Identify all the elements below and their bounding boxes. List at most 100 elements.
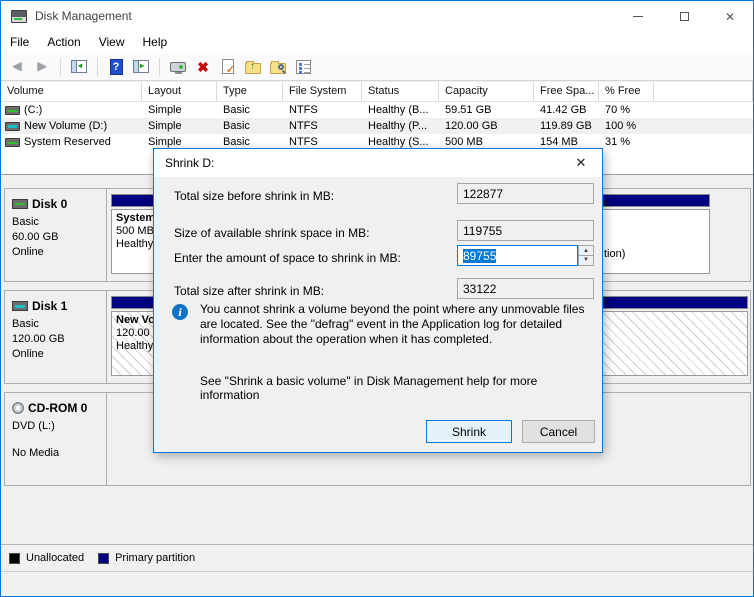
disk-kind: Basic <box>12 317 106 332</box>
cell-fs: NTFS <box>283 120 362 132</box>
cell-status: Healthy (B... <box>362 104 439 116</box>
cdrom-0-label-panel[interactable]: CD-ROM 0 DVD (L:) No Media <box>5 393 107 485</box>
disk-status: Online <box>12 347 106 362</box>
menu-view[interactable]: View <box>90 32 134 53</box>
cell-free: 154 MB <box>534 136 599 148</box>
cell-pct: 31 % <box>599 136 654 148</box>
spinner-up-button[interactable]: ▲ <box>579 246 593 255</box>
unallocated-swatch <box>9 553 20 564</box>
minimize-icon <box>633 16 643 17</box>
chevron-down-icon: ▼ <box>583 257 589 263</box>
show-action-pane-button[interactable]: ▸ <box>131 57 151 77</box>
label-total-after: Total size after shrink in MB: <box>174 284 324 298</box>
disk-management-window: Disk Management ✕ File Action View Help … <box>0 0 754 597</box>
help-button[interactable]: ? <box>106 57 126 77</box>
volume-icon <box>5 122 20 131</box>
disk-status: No Media <box>12 446 106 461</box>
close-icon: ✕ <box>725 10 735 24</box>
cell-layout: Simple <box>142 104 217 116</box>
volume-icon <box>5 138 20 147</box>
shrink-amount-spinner: ▲ ▼ <box>578 245 594 266</box>
maximize-icon <box>680 12 689 21</box>
toolbar-separator <box>60 58 61 76</box>
label-shrink-amount: Enter the amount of space to shrink in M… <box>174 251 401 265</box>
volume-icon <box>5 106 20 115</box>
close-icon: ✕ <box>576 155 587 171</box>
cell-capacity: 500 MB <box>439 136 534 148</box>
action-pane-icon: ▸ <box>133 60 149 73</box>
cell-pct: 70 % <box>599 104 654 116</box>
field-total-after: 33122 <box>457 278 594 299</box>
close-button[interactable]: ✕ <box>707 1 753 32</box>
cell-fs: NTFS <box>283 104 362 116</box>
volume-row-c[interactable]: (C:) Simple Basic NTFS Healthy (B... 59.… <box>1 102 753 118</box>
cell-status: Healthy (P... <box>362 120 439 132</box>
open-folder-icon: ↑ <box>245 63 261 74</box>
toolbar-separator <box>97 58 98 76</box>
cell-status: Healthy (S... <box>362 136 439 148</box>
console-tree-icon: ◂ <box>71 60 87 73</box>
cell-free: 119.89 GB <box>534 120 599 132</box>
column-header-capacity[interactable]: Capacity <box>439 82 534 101</box>
explore-folder-button[interactable] <box>268 57 288 77</box>
menu-help[interactable]: Help <box>134 32 177 53</box>
column-header-file-system[interactable]: File System <box>283 82 362 101</box>
help-icon: ? <box>110 59 123 75</box>
label-total-before: Total size before shrink in MB: <box>174 189 334 203</box>
forward-button[interactable]: ► <box>32 57 52 77</box>
shrink-button[interactable]: Shrink <box>426 420 512 443</box>
rescan-disks-button[interactable] <box>168 57 188 77</box>
column-header-volume[interactable]: Volume <box>1 82 142 101</box>
properties-button[interactable] <box>293 57 313 77</box>
menu-file[interactable]: File <box>1 32 38 53</box>
cell-type: Basic <box>217 104 283 116</box>
cell-type: Basic <box>217 120 283 132</box>
field-shrink-amount[interactable]: 89755 <box>457 245 578 266</box>
minimize-button[interactable] <box>615 1 661 32</box>
show-console-tree-button[interactable]: ◂ <box>69 57 89 77</box>
delete-volume-button[interactable]: ✖ <box>193 57 213 77</box>
explore-folder-icon <box>270 63 286 74</box>
disk-kind: Basic <box>12 215 106 230</box>
field-total-before: 122877 <box>457 183 594 204</box>
forward-icon: ► <box>35 59 50 74</box>
disk-status: Online <box>12 245 106 260</box>
disk-1-label-panel[interactable]: Disk 1 Basic 120.00 GB Online <box>5 291 107 383</box>
menu-action[interactable]: Action <box>38 32 89 53</box>
disk-icon <box>12 199 28 209</box>
cell-capacity: 120.00 GB <box>439 120 534 132</box>
dialog-close-button[interactable]: ✕ <box>566 153 596 173</box>
legend-label: Unallocated <box>26 552 84 564</box>
info-icon: i <box>172 304 188 320</box>
back-icon: ◄ <box>10 59 25 74</box>
column-header-status[interactable]: Status <box>362 82 439 101</box>
disk-0-label-panel[interactable]: Disk 0 Basic 60.00 GB Online <box>5 189 107 281</box>
disk-name: Disk 0 <box>32 197 67 211</box>
menu-bar: File Action View Help <box>1 32 753 53</box>
volume-row-d-selected[interactable]: New Volume (D:) Simple Basic NTFS Health… <box>1 118 753 134</box>
column-header-type[interactable]: Type <box>217 82 283 101</box>
column-header-free-space[interactable]: Free Spa... <box>534 82 599 101</box>
cancel-button[interactable]: Cancel <box>522 420 595 443</box>
cell-layout: Simple <box>142 120 217 132</box>
window-controls: ✕ <box>615 1 753 32</box>
maximize-button[interactable] <box>661 1 707 32</box>
open-folder-button[interactable]: ↑ <box>243 57 263 77</box>
column-header-pct-free[interactable]: % Free <box>599 82 654 101</box>
title-bar: Disk Management ✕ <box>1 1 753 32</box>
disk-name: Disk 1 <box>32 299 67 313</box>
legend-primary-partition: Primary partition <box>98 552 195 564</box>
partition-status-fragment: tion) <box>604 248 625 260</box>
legend-label: Primary partition <box>115 552 195 564</box>
disk-icon <box>12 301 28 311</box>
cell-pct: 100 % <box>599 120 654 132</box>
column-header-layout[interactable]: Layout <box>142 82 217 101</box>
back-button[interactable]: ◄ <box>7 57 27 77</box>
mark-partition-button[interactable]: ✓ <box>218 57 238 77</box>
dialog-title-bar: Shrink D: ✕ <box>154 149 602 177</box>
volume-name: (C:) <box>24 104 42 116</box>
info-text: You cannot shrink a volume beyond the po… <box>200 302 596 347</box>
spinner-down-button[interactable]: ▼ <box>579 255 593 264</box>
chevron-up-icon: ▲ <box>583 248 589 254</box>
toolbar: ◄ ► ◂ ? ▸ ✖ ✓ ↑ <box>1 53 753 81</box>
